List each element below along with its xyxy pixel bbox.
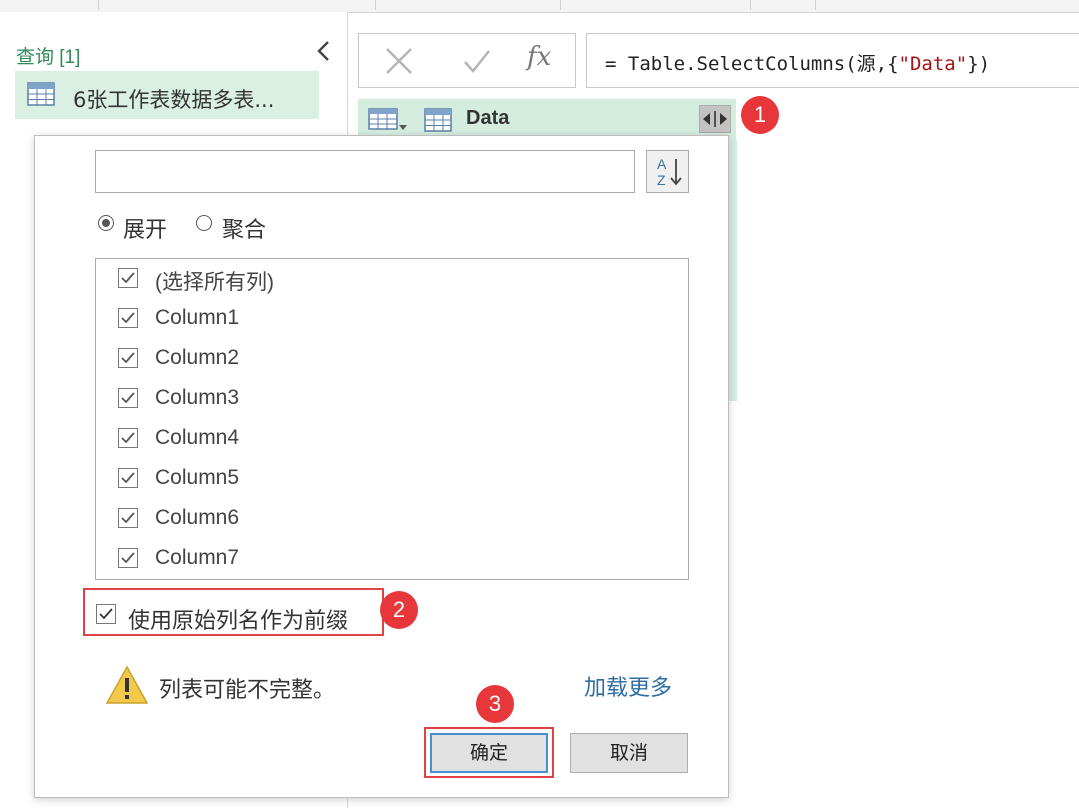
- query-item-label: 6张工作表数据多表...: [73, 88, 275, 112]
- expand-column-button[interactable]: [699, 105, 731, 133]
- formula-buttons: fx: [358, 33, 576, 88]
- column-checkbox[interactable]: [118, 308, 138, 328]
- column-label: Column6: [155, 506, 240, 529]
- svg-text:Z: Z: [657, 172, 666, 188]
- load-more-link[interactable]: 加载更多: [584, 670, 672, 702]
- column-name: Data: [466, 107, 510, 129]
- column-label: Column7: [155, 546, 240, 569]
- table-menu-icon: [368, 108, 407, 130]
- step-badge-1: 1: [741, 96, 779, 134]
- commit-formula-icon[interactable]: [461, 46, 493, 76]
- cancel-formula-icon[interactable]: [383, 46, 415, 76]
- cancel-button[interactable]: 取消: [570, 733, 688, 773]
- sort-button[interactable]: A Z: [646, 150, 689, 193]
- expand-radio-label: 展开: [123, 218, 168, 243]
- warning-text: 列表可能不完整。: [159, 678, 336, 703]
- sort-az-icon: A Z: [657, 156, 682, 188]
- column-checkbox[interactable]: [118, 268, 138, 288]
- step-badge-2: 2: [380, 591, 418, 629]
- aggregate-radio[interactable]: [196, 215, 212, 231]
- aggregate-radio-label: 聚合: [222, 218, 267, 243]
- column-label: Column4: [155, 426, 240, 449]
- column-checkbox[interactable]: [118, 428, 138, 448]
- chevron-left-icon: [317, 41, 329, 61]
- warning-icon: [105, 665, 149, 709]
- column-checkbox[interactable]: [118, 548, 138, 568]
- column-checkbox[interactable]: [118, 348, 138, 368]
- expand-radio[interactable]: [98, 215, 114, 231]
- prefix-checkbox-label: 使用原始列名作为前缀: [128, 609, 349, 634]
- column-label: Column1: [155, 306, 240, 329]
- prefix-checkbox[interactable]: [96, 604, 116, 624]
- column-header-row: [358, 99, 736, 139]
- fx-icon[interactable]: fx: [527, 42, 551, 72]
- table-icon: [27, 82, 55, 110]
- column-label: Column2: [155, 346, 240, 369]
- table-column-icon: [424, 108, 452, 136]
- column-checkbox[interactable]: [118, 388, 138, 408]
- expand-arrows-icon: [703, 111, 727, 127]
- column-label: (选择所有列): [155, 271, 274, 294]
- svg-text:A: A: [657, 156, 667, 172]
- collapse-pane-button[interactable]: [312, 38, 336, 64]
- formula-text[interactable]: = Table.SelectColumns(源,{"Data"}): [605, 49, 990, 76]
- column-label: Column5: [155, 466, 240, 489]
- queries-header: 查询 [1]: [16, 47, 81, 68]
- ok-button[interactable]: 确定: [430, 733, 548, 773]
- column-search-input[interactable]: [95, 150, 635, 193]
- step-badge-3: 3: [476, 685, 514, 723]
- column-label: Column3: [155, 386, 240, 409]
- column-checkbox[interactable]: [118, 508, 138, 528]
- column-checkbox[interactable]: [118, 468, 138, 488]
- table-menu-button[interactable]: [368, 107, 408, 137]
